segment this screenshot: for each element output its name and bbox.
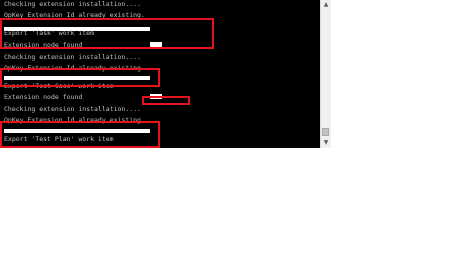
highlight-box: [0, 68, 160, 87]
console-line: Checking extension installation....: [4, 53, 141, 61]
highlight-box: [0, 18, 214, 49]
scroll-up-arrow-icon[interactable]: ▲: [321, 0, 331, 10]
scroll-down-arrow-icon[interactable]: ▼: [321, 138, 331, 148]
vertical-scrollbar[interactable]: ▲ ▼: [320, 0, 331, 148]
highlight-box: [142, 96, 190, 105]
console-line: Checking extension installation....: [4, 0, 141, 8]
highlight-box: [0, 121, 160, 148]
console-line: Extension node found: [4, 93, 83, 101]
scroll-thumb[interactable]: [322, 128, 329, 136]
page: Checking extension installation.... OpKe…: [0, 0, 474, 266]
console-line: Checking extension installation....: [4, 105, 141, 113]
